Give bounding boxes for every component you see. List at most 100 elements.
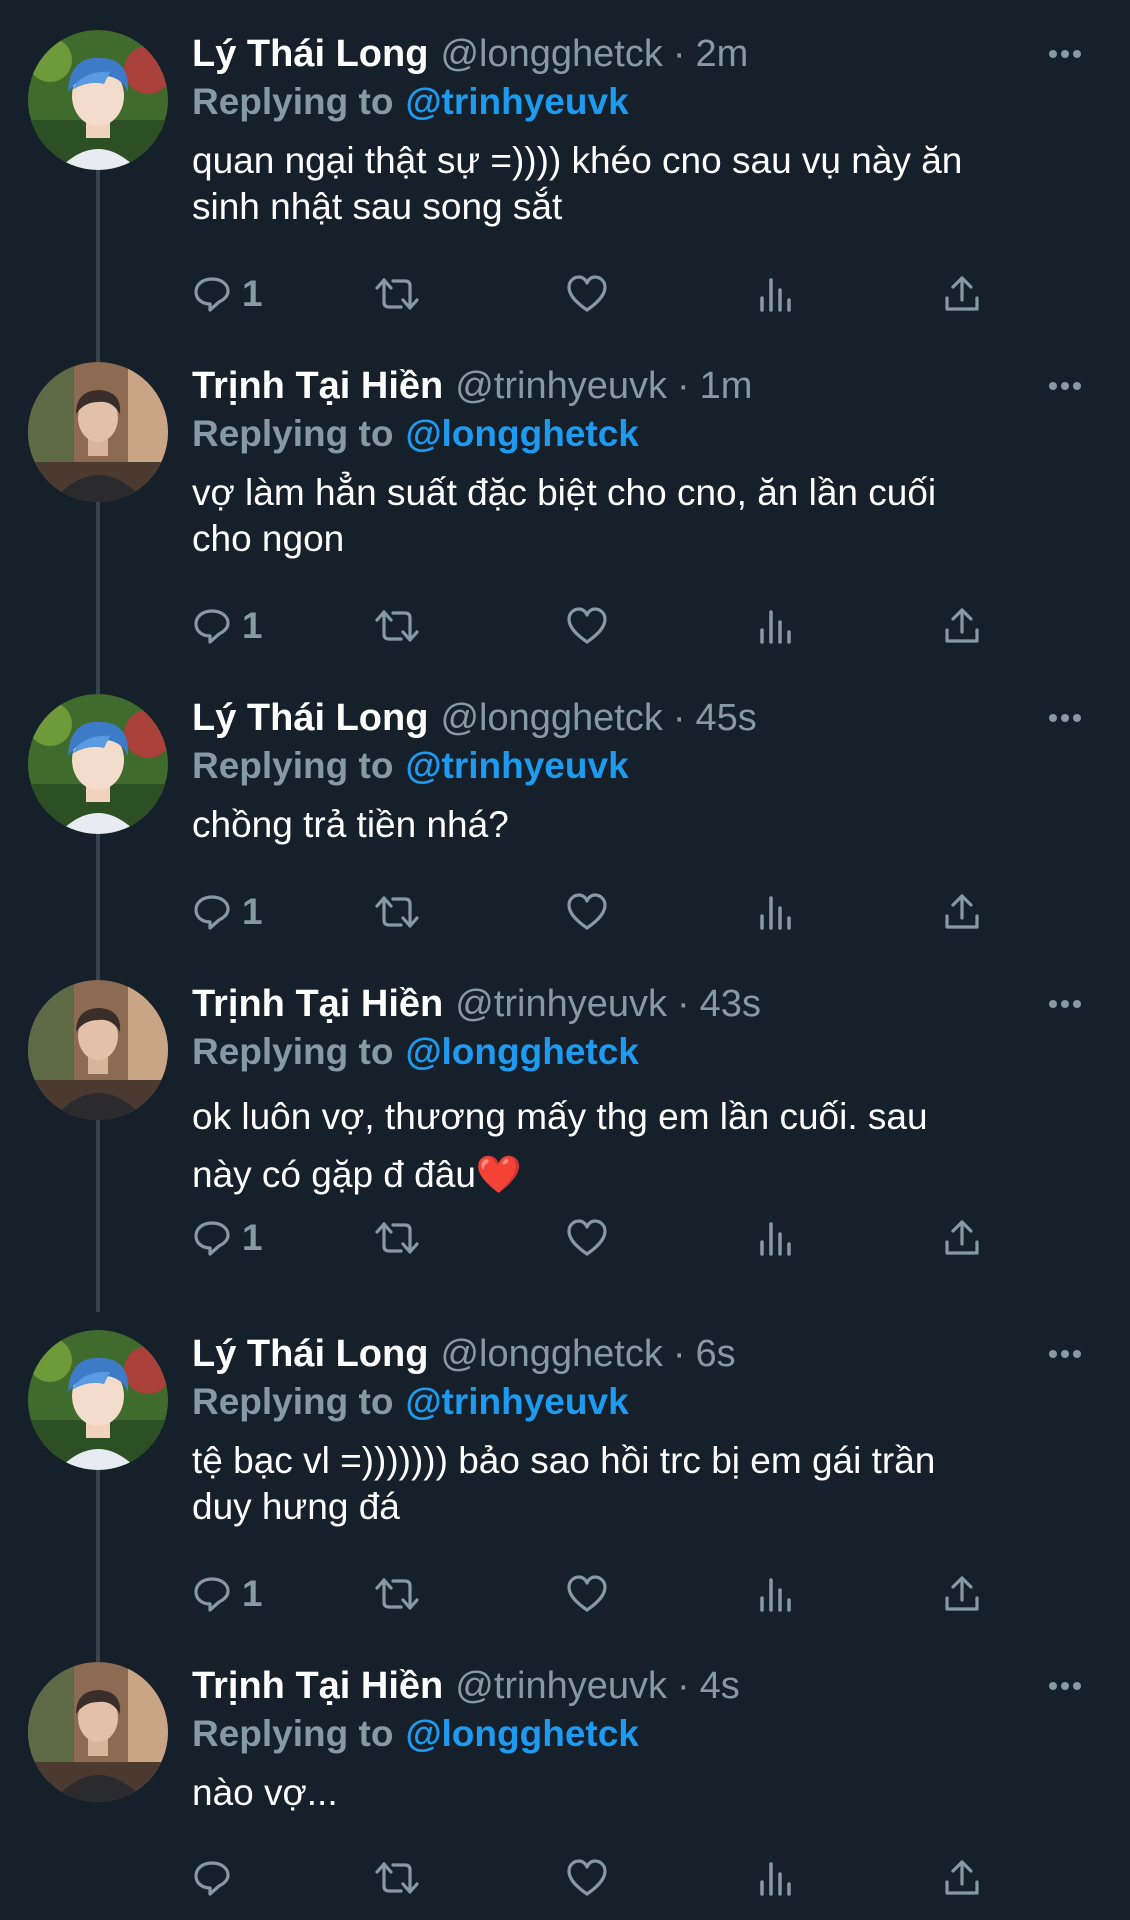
- display-name[interactable]: Lý Thái Long: [192, 694, 428, 742]
- reply-button[interactable]: 1: [192, 1566, 263, 1622]
- mention-link[interactable]: @trinhyeuvk: [405, 745, 628, 786]
- display-name[interactable]: Trịnh Tại Hiền: [192, 1662, 443, 1710]
- retweet-button[interactable]: [374, 598, 420, 654]
- user-handle[interactable]: @longghetck: [440, 30, 662, 78]
- thread-connector: [96, 834, 100, 980]
- retweet-button[interactable]: [374, 266, 420, 322]
- tweet-text: quan ngại thật sự =)))) khéo cno sau vụ …: [192, 140, 963, 227]
- like-button[interactable]: [566, 598, 608, 654]
- retweet-icon: [375, 1222, 419, 1254]
- thread-connector: [96, 1120, 100, 1312]
- reply-icon: [194, 1861, 230, 1896]
- retweet-button[interactable]: [374, 1850, 420, 1906]
- views-icon: [760, 278, 791, 312]
- views-button[interactable]: [756, 1566, 796, 1622]
- timestamp[interactable]: 43s: [700, 980, 761, 1028]
- mention-link[interactable]: @trinhyeuvk: [405, 1381, 628, 1422]
- thread-connector: [96, 502, 100, 694]
- tweet-text: ok luôn vợ, thương mấy thg em lần cuối. …: [192, 1096, 928, 1195]
- reply-button[interactable]: 1: [192, 598, 263, 654]
- display-name[interactable]: Trịnh Tại Hiền: [192, 980, 443, 1028]
- reply-icon: [194, 1577, 230, 1612]
- avatar[interactable]: [28, 30, 168, 170]
- heart-icon: [567, 893, 607, 930]
- display-name[interactable]: Lý Thái Long: [192, 30, 428, 78]
- heart-icon: [567, 275, 607, 312]
- user-handle[interactable]: @trinhyeuvk: [455, 1662, 667, 1710]
- timestamp[interactable]: 6s: [695, 1330, 735, 1378]
- user-handle[interactable]: @trinhyeuvk: [455, 362, 667, 410]
- more-icon[interactable]: [1040, 30, 1090, 78]
- retweet-button[interactable]: [374, 1210, 420, 1266]
- thread-connector: [96, 170, 100, 392]
- share-button[interactable]: [942, 1210, 982, 1266]
- user-handle[interactable]: @trinhyeuvk: [455, 980, 667, 1028]
- more-icon[interactable]: [1040, 1330, 1090, 1378]
- share-button[interactable]: [942, 266, 982, 322]
- more-icon[interactable]: [1040, 694, 1090, 742]
- more-icon[interactable]: [1040, 1662, 1090, 1710]
- timestamp[interactable]: 4s: [700, 1662, 740, 1710]
- mention-link[interactable]: @longghetck: [405, 413, 638, 454]
- display-name[interactable]: Trịnh Tại Hiền: [192, 362, 443, 410]
- tweet-text: nào vợ...: [192, 1772, 338, 1813]
- retweet-icon: [375, 1862, 419, 1894]
- share-button[interactable]: [942, 1566, 982, 1622]
- share-button[interactable]: [942, 884, 982, 940]
- timestamp[interactable]: 1m: [700, 362, 753, 410]
- avatar[interactable]: [28, 980, 168, 1120]
- reply-count: 1: [242, 605, 263, 646]
- retweet-icon: [375, 896, 419, 928]
- like-button[interactable]: [566, 1210, 608, 1266]
- tweet-actions: 1: [192, 598, 1072, 654]
- like-button[interactable]: [566, 1850, 608, 1906]
- reply-button[interactable]: 1: [192, 1210, 263, 1266]
- views-button[interactable]: [756, 598, 796, 654]
- avatar[interactable]: [28, 1330, 168, 1470]
- timestamp[interactable]: 2m: [695, 30, 748, 78]
- reply-button[interactable]: 1: [192, 884, 263, 940]
- more-icon[interactable]: [1040, 362, 1090, 410]
- retweet-icon: [375, 1578, 419, 1610]
- separator-dot: ·: [677, 1665, 690, 1707]
- heart-icon: [567, 607, 607, 644]
- mention-link[interactable]: @trinhyeuvk: [405, 81, 628, 122]
- user-handle[interactable]: @longghetck: [440, 1330, 662, 1378]
- separator-dot: ·: [677, 365, 690, 407]
- timestamp[interactable]: 45s: [695, 694, 756, 742]
- user-handle[interactable]: @longghetck: [440, 694, 662, 742]
- reply-count: 1: [242, 1573, 263, 1614]
- like-button[interactable]: [566, 884, 608, 940]
- mention-link[interactable]: @longghetck: [405, 1031, 638, 1072]
- tweet-actions: 1: [192, 884, 1072, 940]
- avatar[interactable]: [28, 1662, 168, 1802]
- reply-button[interactable]: [192, 1850, 242, 1906]
- display-name[interactable]: Lý Thái Long: [192, 1330, 428, 1378]
- retweet-button[interactable]: [374, 1566, 420, 1622]
- views-button[interactable]: [756, 1210, 796, 1266]
- replying-to-label: Replying to: [192, 1713, 394, 1754]
- retweet-icon: [375, 278, 419, 310]
- avatar[interactable]: [28, 694, 168, 834]
- views-button[interactable]: [756, 884, 796, 940]
- retweet-icon: [375, 610, 419, 642]
- replying-to-label: Replying to: [192, 81, 394, 122]
- share-button[interactable]: [942, 1850, 982, 1906]
- reply-icon: [194, 277, 230, 312]
- views-button[interactable]: [756, 266, 796, 322]
- share-icon: [945, 894, 979, 929]
- retweet-button[interactable]: [374, 884, 420, 940]
- replying-to-line: Replying to @trinhyeuvk: [192, 1378, 1100, 1426]
- like-button[interactable]: [566, 266, 608, 322]
- more-icon[interactable]: [1040, 980, 1090, 1028]
- views-icon: [760, 1222, 791, 1256]
- share-button[interactable]: [942, 598, 982, 654]
- like-button[interactable]: [566, 1566, 608, 1622]
- separator-dot: ·: [672, 1333, 686, 1375]
- replying-to-line: Replying to @longghetck: [192, 1710, 1100, 1758]
- tweet-text: vợ làm hẳn suất đặc biệt cho cno, ăn lần…: [192, 472, 937, 559]
- reply-button[interactable]: 1: [192, 266, 263, 322]
- mention-link[interactable]: @longghetck: [405, 1713, 638, 1754]
- avatar[interactable]: [28, 362, 168, 502]
- views-button[interactable]: [756, 1850, 796, 1906]
